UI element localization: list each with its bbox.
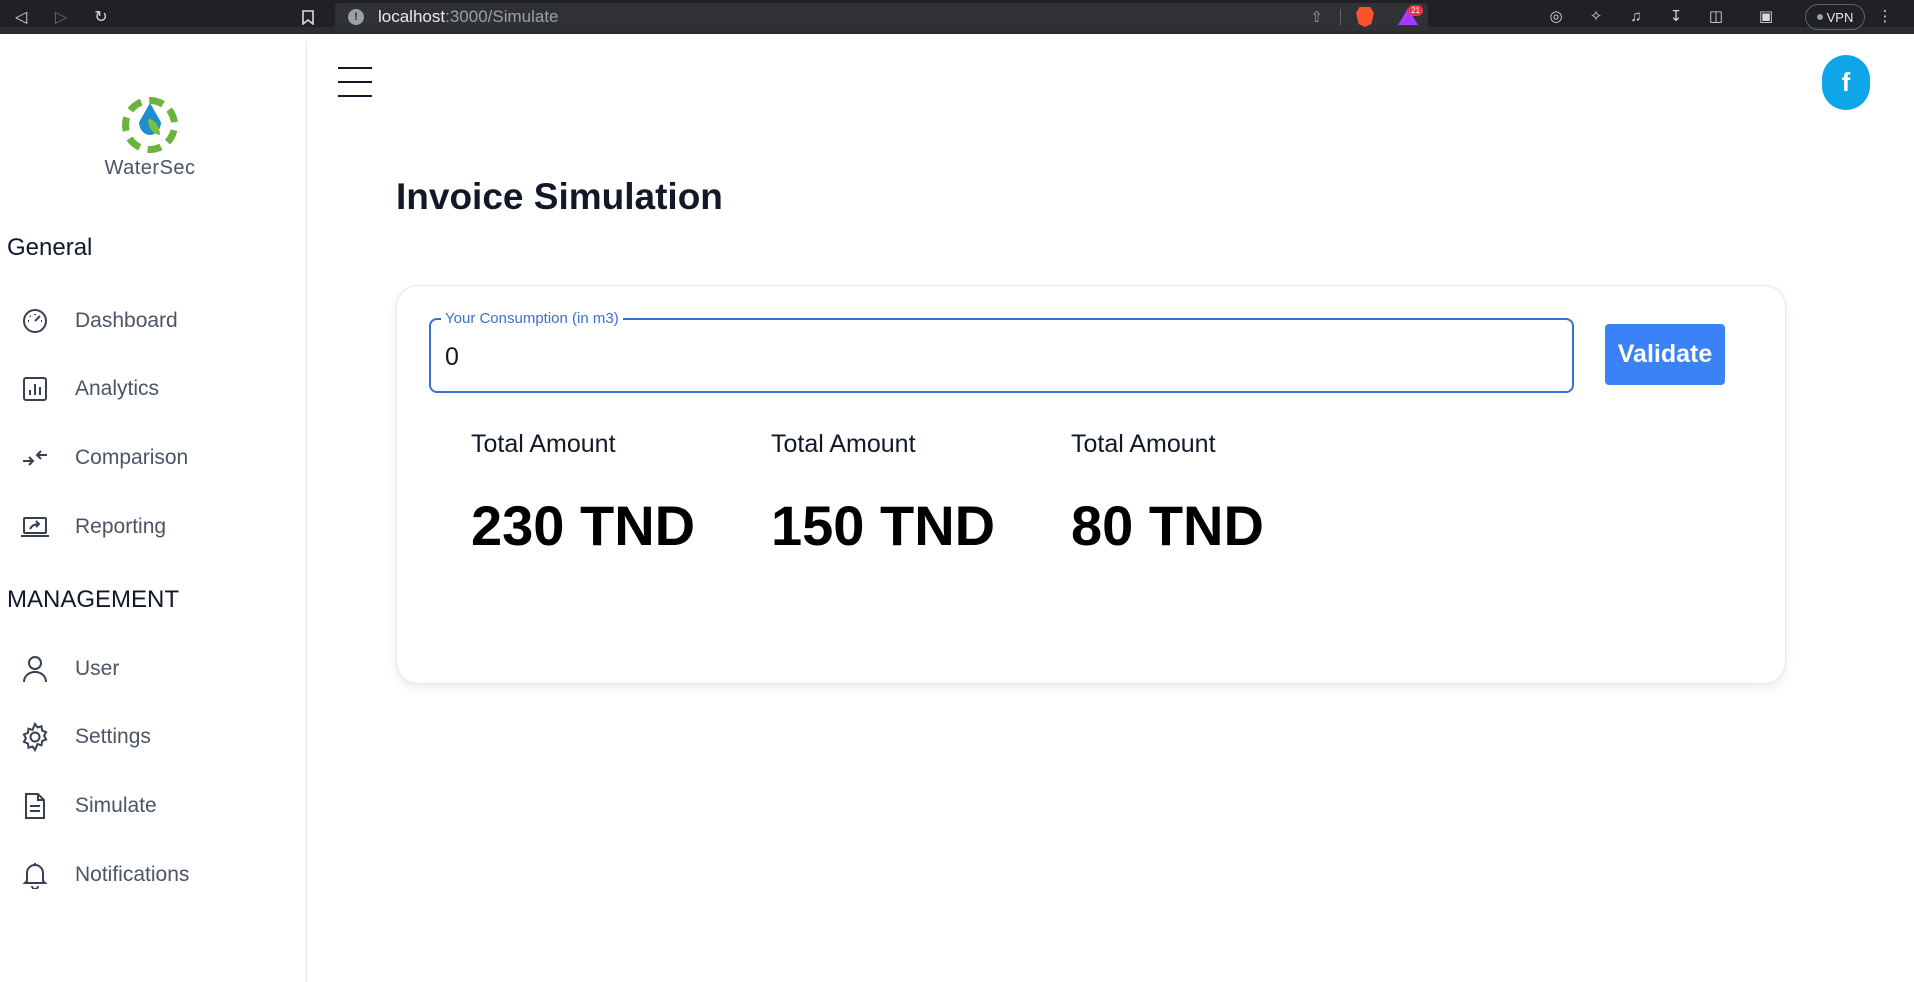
validate-button[interactable]: Validate (1605, 324, 1725, 385)
amount-block: Total Amount 230 TND (471, 430, 695, 558)
bar-chart-icon (20, 374, 50, 404)
url-host: localhost (378, 7, 446, 26)
compare-arrows-icon (20, 443, 50, 473)
hamburger-line (338, 81, 372, 83)
amount-block: Total Amount 80 TND (1071, 430, 1264, 558)
sidebar-item-label: Comparison (75, 446, 189, 469)
amount-value: 80 TND (1071, 494, 1264, 557)
vpn-label: VPN (1826, 9, 1854, 25)
amount-block: Total Amount 150 TND (771, 430, 995, 558)
sidebar-toggle-icon[interactable]: ◫ (1706, 7, 1726, 27)
amount-label: Total Amount (1071, 430, 1216, 458)
amount-label: Total Amount (771, 430, 916, 458)
avatar[interactable]: f (1822, 55, 1870, 110)
download-icon[interactable]: ↧ (1666, 7, 1686, 27)
gear-icon (20, 722, 50, 752)
sidebar-item-label: Dashboard (75, 309, 178, 332)
vpn-status-dot (1816, 14, 1823, 20)
brave-shields-icon[interactable] (1356, 7, 1374, 27)
extensions-puzzle-icon[interactable]: ✧ (1586, 7, 1606, 27)
document-icon (20, 791, 50, 821)
sidebar-item-notifications[interactable]: Notifications (0, 851, 300, 899)
bookmark-icon[interactable] (297, 6, 319, 28)
simulation-card: Your Consumption (in m3) Validate Total … (396, 285, 1786, 684)
site-info-icon[interactable]: ! (348, 9, 364, 25)
amount-value: 150 TND (771, 494, 996, 557)
consumption-input[interactable] (445, 340, 1545, 374)
sidebar-item-comparison[interactable]: Comparison (0, 434, 300, 482)
hamburger-line (338, 67, 372, 69)
page-title: Invoice Simulation (396, 176, 723, 217)
vpn-button[interactable]: VPN (1805, 4, 1865, 30)
back-icon[interactable]: ◁ (10, 6, 32, 28)
consumption-field[interactable]: Your Consumption (in m3) (429, 310, 1574, 393)
menu-icon[interactable]: ⋮ (1875, 7, 1895, 27)
watersec-logo (122, 97, 178, 153)
sidebar-item-label: Simulate (75, 794, 157, 817)
sidebar-item-label: Reporting (75, 515, 167, 538)
target-icon[interactable]: ◎ (1546, 7, 1566, 27)
user-icon (20, 654, 50, 684)
bell-icon (20, 860, 50, 890)
playlist-icon[interactable]: ♫ (1626, 7, 1646, 27)
sidebar-item-settings[interactable]: Settings (0, 713, 300, 761)
wallet-icon[interactable]: ▣ (1756, 7, 1776, 27)
sidebar-item-analytics[interactable]: Analytics (0, 365, 300, 413)
url-text: localhost:3000/Simulate (378, 7, 559, 27)
section-title-general: General (7, 234, 93, 261)
brand-name: WaterSec (104, 157, 196, 179)
sidebar-item-reporting[interactable]: Reporting (0, 503, 300, 551)
divider (1340, 9, 1341, 25)
address-bar[interactable]: ! localhost:3000/Simulate ⇧ 21 (335, 3, 1428, 31)
sidebar-item-label: User (75, 657, 120, 680)
amount-label: Total Amount (471, 430, 616, 458)
sidebar-item-label: Settings (75, 725, 151, 748)
sidebar-item-user[interactable]: User (0, 645, 300, 693)
forward-icon[interactable]: ▷ (50, 6, 72, 28)
reload-icon[interactable]: ↻ (90, 6, 112, 28)
hamburger-line (338, 95, 372, 97)
sidebar-item-dashboard[interactable]: Dashboard (0, 297, 300, 345)
hamburger-menu-icon[interactable] (338, 65, 372, 99)
rewards-badge: 21 (1408, 5, 1423, 16)
url-path: :3000/Simulate (445, 7, 559, 26)
sidebar: WaterSec General Dashboard Analytics Com… (0, 41, 307, 982)
section-title-management: MANAGEMENT (7, 586, 180, 613)
consumption-label: Your Consumption (in m3) (441, 310, 623, 327)
amount-value: 230 TND (471, 494, 696, 557)
share-icon[interactable]: ⇧ (1310, 8, 1323, 26)
dashboard-gauge-icon (20, 306, 50, 336)
browser-toolbar: ◁ ▷ ↻ ! localhost:3000/Simulate ⇧ 21 ◎ ✧… (0, 0, 1914, 34)
sidebar-item-label: Analytics (75, 377, 160, 400)
sidebar-item-simulate[interactable]: Simulate (0, 782, 300, 830)
sidebar-item-label: Notifications (75, 863, 190, 886)
laptop-share-icon (20, 512, 50, 542)
